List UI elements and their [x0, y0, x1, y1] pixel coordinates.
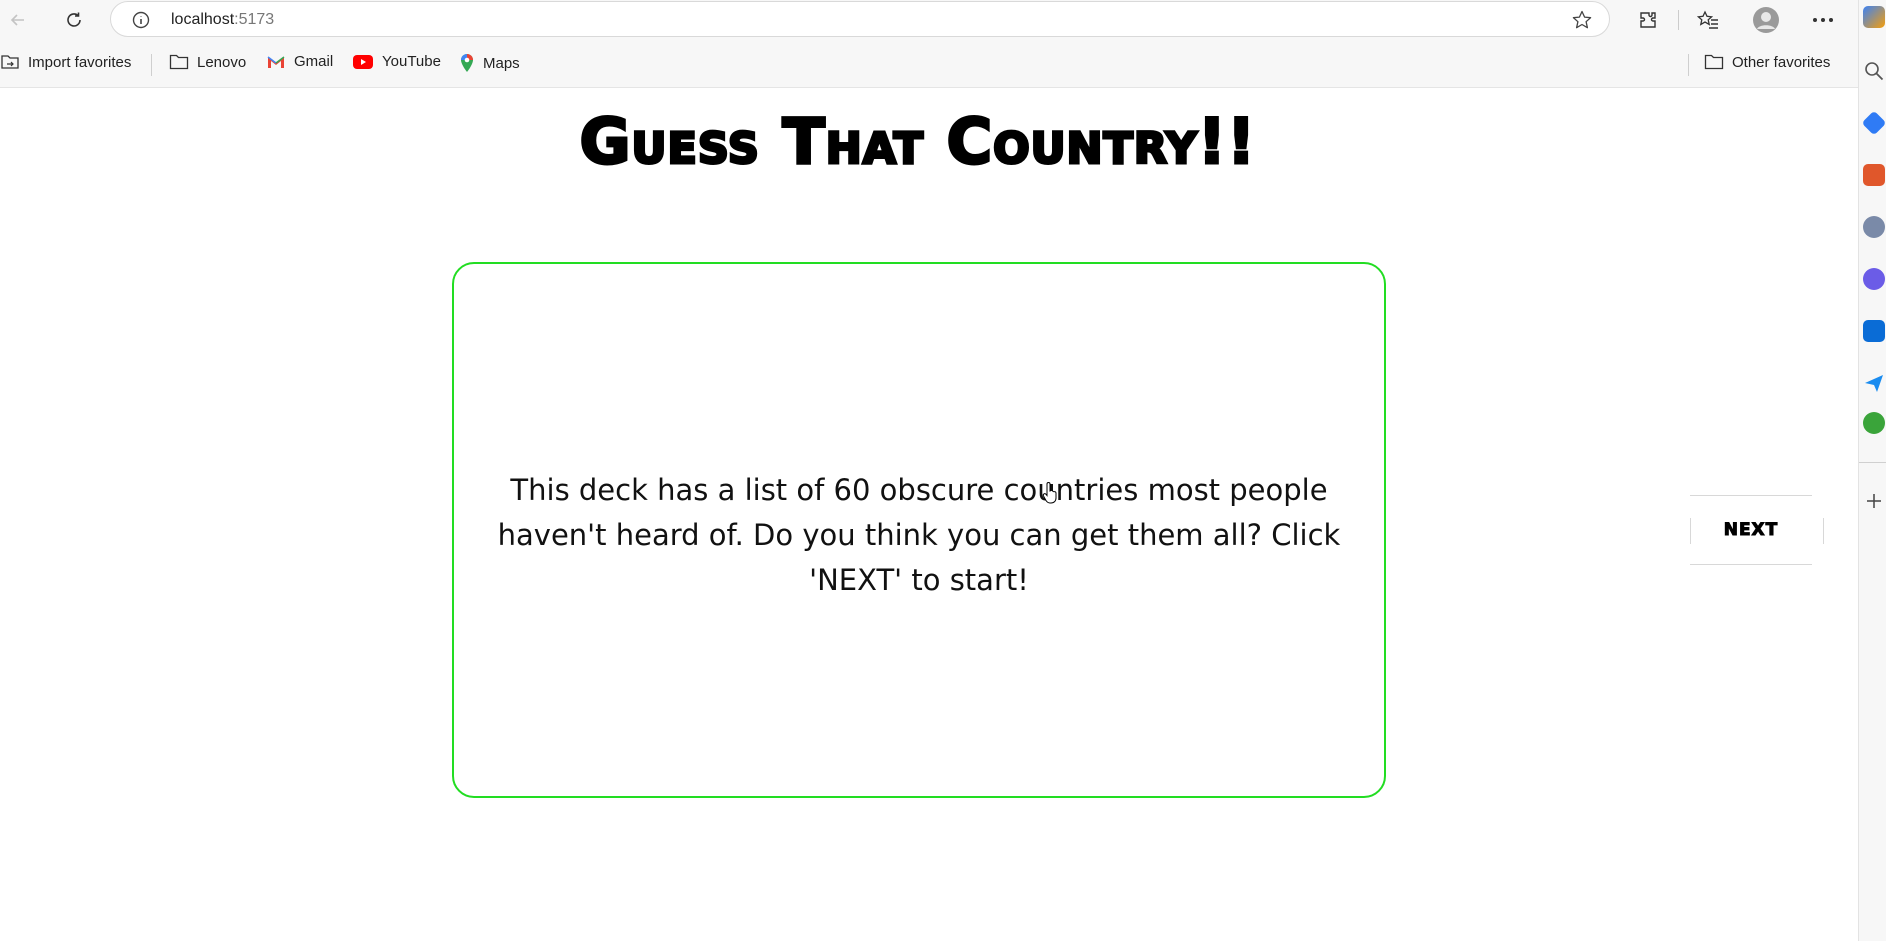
browser-sidebar [1858, 0, 1886, 941]
url-port: :5173 [234, 11, 275, 28]
office-icon[interactable] [1863, 268, 1885, 290]
page-title: Guess That Country!! [578, 104, 1257, 180]
bookmark-label: Maps [483, 54, 520, 72]
bookmark-youtube[interactable]: YouTube [352, 53, 441, 70]
people-icon[interactable] [1863, 216, 1885, 238]
url-text: localhost:5173 [171, 11, 274, 29]
favorites-icon[interactable] [1692, 4, 1724, 36]
bookmark-other-favorites[interactable]: Other favorites [1704, 53, 1830, 71]
bookmark-label: Lenovo [197, 53, 247, 71]
flashcard[interactable]: This deck has a list of 60 obscure count… [452, 262, 1386, 798]
bookmark-label: Gmail [294, 53, 334, 70]
copilot-icon[interactable] [1863, 6, 1885, 28]
more-options-icon[interactable] [1807, 4, 1839, 36]
bookmarks-divider [1688, 54, 1689, 76]
tools-icon[interactable] [1863, 164, 1885, 186]
bookmark-label: Other favorites [1732, 53, 1831, 71]
youtube-icon [352, 54, 374, 70]
send-icon[interactable] [1863, 372, 1885, 394]
refresh-icon[interactable] [58, 4, 90, 36]
add-icon[interactable] [1863, 490, 1885, 512]
bookmarks-bar: Import favorites Lenovo Gmail YouTube Ma… [0, 40, 1860, 88]
bookmarks-divider [151, 54, 152, 76]
bookmark-label: YouTube [382, 53, 441, 70]
profile-avatar-icon[interactable] [1750, 4, 1782, 36]
card-text: This deck has a list of 60 obscure count… [497, 473, 1341, 597]
folder-icon [1704, 53, 1724, 71]
gmail-icon [266, 54, 286, 70]
browser-toolbar: localhost:5173 [0, 0, 1860, 40]
url-host: localhost [171, 11, 235, 28]
maps-icon [459, 53, 475, 73]
bookmark-import-favorites[interactable]: Import favorites [0, 53, 131, 71]
bookmark-label: Import favorites [28, 53, 132, 71]
favorite-star-icon[interactable] [1571, 9, 1593, 36]
address-bar[interactable]: localhost:5173 [110, 1, 1610, 37]
outlook-icon[interactable] [1863, 320, 1885, 342]
bookmark-gmail[interactable]: Gmail [266, 53, 333, 70]
hand-cursor-icon [1042, 482, 1058, 509]
extensions-icon[interactable] [1632, 4, 1664, 36]
toolbar-divider [1678, 10, 1679, 30]
site-info-icon[interactable] [131, 10, 151, 35]
shopping-tag-icon[interactable] [1861, 110, 1886, 136]
import-icon [0, 53, 20, 71]
tree-icon[interactable] [1863, 412, 1885, 434]
sidebar-divider [1859, 462, 1886, 463]
bookmark-maps[interactable]: Maps [459, 53, 520, 73]
bookmark-lenovo[interactable]: Lenovo [169, 53, 246, 71]
back-icon[interactable] [2, 4, 34, 36]
search-icon[interactable] [1863, 60, 1885, 82]
folder-icon [169, 53, 189, 71]
next-button[interactable]: NEXT [1690, 495, 1824, 565]
